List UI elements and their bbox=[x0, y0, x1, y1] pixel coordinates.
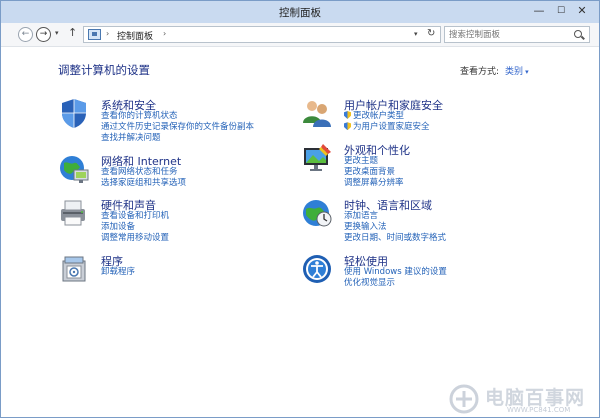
watermark-url: WWW.PC841.COM bbox=[507, 406, 571, 414]
system-security-icon[interactable] bbox=[58, 97, 90, 129]
view-by-label: 查看方式: bbox=[460, 67, 500, 77]
maximize-button[interactable]: ☐ bbox=[552, 3, 570, 19]
breadcrumb-separator[interactable]: › bbox=[106, 29, 109, 38]
link-date-time-format[interactable]: 更改日期、时间或数字格式 bbox=[344, 233, 446, 244]
refresh-button[interactable]: ↻ bbox=[427, 28, 435, 39]
programs-icon[interactable] bbox=[58, 253, 90, 285]
control-panel-icon bbox=[88, 29, 101, 40]
network-internet-icon[interactable] bbox=[58, 153, 90, 185]
link-family-safety[interactable]: 为用户设置家庭安全 bbox=[344, 122, 430, 133]
watermark: 电脑百事网 WWW.PC841.COM bbox=[441, 379, 600, 418]
breadcrumb-separator[interactable]: › bbox=[163, 29, 166, 38]
search-box[interactable] bbox=[444, 26, 590, 43]
close-button[interactable]: ✕ bbox=[573, 3, 591, 19]
control-panel-window: 控制面板 — ☐ ✕ ← → ▾ ↑ › 控制面板 › ▾ ↻ 调整计算机的设置… bbox=[0, 0, 600, 418]
page-title: 调整计算机的设置 bbox=[58, 63, 150, 77]
link-file-history-backup[interactable]: 通过文件历史记录保存你的文件备份副本 bbox=[101, 122, 254, 133]
search-input[interactable] bbox=[449, 29, 567, 41]
link-mobility-settings[interactable]: 调整常用移动设置 bbox=[101, 233, 169, 244]
ease-of-access-icon[interactable] bbox=[301, 253, 333, 285]
link-change-input-method[interactable]: 更换输入法 bbox=[344, 222, 446, 233]
watermark-logo-icon bbox=[449, 384, 479, 414]
address-history-button[interactable]: ▾ bbox=[414, 30, 418, 38]
hardware-sound-icon[interactable] bbox=[58, 197, 90, 229]
title-bar[interactable]: 控制面板 — ☐ ✕ bbox=[1, 1, 599, 23]
link-add-language[interactable]: 添加语言 bbox=[344, 211, 446, 222]
link-recommended-settings[interactable]: 使用 Windows 建议的设置 bbox=[344, 267, 447, 278]
chevron-down-icon[interactable]: ▾ bbox=[525, 68, 529, 76]
window-title: 控制面板 bbox=[279, 7, 321, 19]
view-by-dropdown[interactable]: 类别 bbox=[505, 67, 523, 77]
clock-language-icon[interactable] bbox=[301, 197, 333, 229]
navigation-bar: ← → ▾ ↑ › 控制面板 › ▾ ↻ bbox=[1, 23, 599, 47]
forward-button[interactable]: → bbox=[36, 27, 51, 42]
view-by: 查看方式: 类别 ▾ bbox=[460, 64, 529, 77]
link-add-device[interactable]: 添加设备 bbox=[101, 222, 169, 233]
back-button[interactable]: ← bbox=[18, 27, 33, 42]
link-devices-printers[interactable]: 查看设备和打印机 bbox=[101, 211, 169, 222]
link-change-background[interactable]: 更改桌面背景 bbox=[344, 167, 404, 178]
recent-locations-button[interactable]: ▾ bbox=[55, 29, 59, 37]
address-bar[interactable]: › 控制面板 › ▾ ↻ bbox=[83, 26, 441, 43]
link-change-account-type[interactable]: 更改帐户类型 bbox=[344, 111, 430, 122]
appearance-icon[interactable] bbox=[301, 142, 333, 174]
link-optimize-visual-display[interactable]: 优化视觉显示 bbox=[344, 278, 447, 289]
up-button[interactable]: ↑ bbox=[68, 26, 77, 39]
user-accounts-icon[interactable] bbox=[301, 97, 333, 129]
search-icon[interactable] bbox=[574, 30, 582, 38]
link-network-status[interactable]: 查看网络状态和任务 bbox=[101, 167, 186, 178]
link-screen-resolution[interactable]: 调整屏幕分辨率 bbox=[344, 178, 404, 189]
link-troubleshoot[interactable]: 查找并解决问题 bbox=[101, 133, 254, 144]
link-change-theme[interactable]: 更改主题 bbox=[344, 156, 404, 167]
link-uninstall-program[interactable]: 卸载程序 bbox=[101, 267, 135, 278]
link-homegroup-sharing[interactable]: 选择家庭组和共享选项 bbox=[101, 178, 186, 189]
link-view-computer-status[interactable]: 查看你的计算机状态 bbox=[101, 111, 254, 122]
breadcrumb-control-panel[interactable]: 控制面板 bbox=[117, 29, 153, 42]
minimize-button[interactable]: — bbox=[530, 3, 548, 19]
